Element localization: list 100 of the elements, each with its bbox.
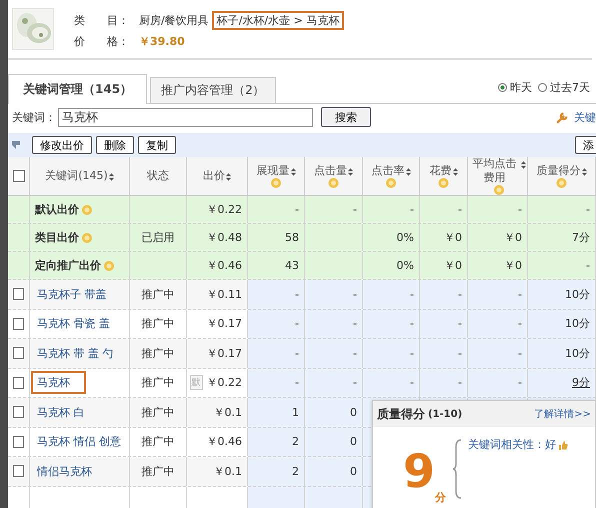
keyword-link[interactable]: 情侣马克杯 (31, 460, 98, 483)
tab[interactable]: 推广内容管理（2） (150, 77, 276, 103)
table-cell: - (295, 288, 299, 301)
bid-text[interactable]: ￥0.11 (206, 286, 242, 302)
bid-text[interactable]: ￥0.22 (206, 375, 242, 390)
bid-type-label: 定向推广出价 (35, 258, 101, 273)
category-text: 厨房/餐饮用具 (139, 12, 209, 28)
toolbar-button[interactable]: 删除 (96, 136, 134, 154)
table-cell: - (458, 346, 462, 360)
toolbar-button[interactable]: 复制 (138, 136, 176, 154)
row-checkbox[interactable] (13, 406, 24, 418)
table-cell: - (410, 317, 414, 330)
column-header: 出价 (203, 169, 225, 183)
toolbar-button[interactable]: 修改出价 (32, 136, 92, 154)
row-checkbox[interactable] (13, 376, 24, 389)
toolbar-button[interactable]: 添 (575, 136, 596, 154)
table-cell: - (458, 376, 462, 390)
bid-type-label: 类目出价 (35, 230, 79, 245)
column-header: 花费 (430, 164, 452, 178)
row-checkbox[interactable] (13, 318, 24, 330)
price-text: ￥39.80 (139, 34, 185, 48)
row-checkbox[interactable] (13, 288, 24, 300)
range-radio[interactable]: 昨天 (498, 80, 532, 95)
sort-icon[interactable] (582, 168, 586, 176)
table-cell: 0 (350, 464, 357, 478)
keyword-link[interactable]: 马克杯 情侣 创意 (31, 430, 127, 454)
tab[interactable]: 关键词管理（145） (8, 74, 148, 104)
table-cell: - (295, 376, 299, 390)
sort-icon[interactable] (226, 173, 231, 181)
search-label: 关键词： (12, 110, 56, 124)
table-cell: 10分 (565, 346, 590, 361)
bid-text[interactable]: ￥0.1 (214, 404, 242, 420)
status-text: 推广中 (142, 464, 174, 479)
status-text: 推广中 (142, 316, 174, 332)
table-cell: - (586, 259, 590, 272)
table-cell: - (353, 376, 357, 390)
column-header: 质量得分 (536, 164, 580, 178)
table-cell: 9分 (572, 375, 590, 390)
table-cell: - (518, 288, 522, 301)
status-text: 已启用 (142, 230, 174, 245)
brace-icon (452, 439, 462, 499)
table-cell: - (458, 203, 462, 216)
tool-link[interactable]: 关键 (574, 110, 596, 124)
price-label: 价 格： (74, 34, 130, 48)
table-cell: 1 (292, 406, 299, 419)
range-radio[interactable]: 过去7天 (538, 80, 590, 95)
keyword-link[interactable]: 马克杯 骨瓷 盖 (31, 312, 116, 336)
table-cell: - (353, 346, 357, 360)
table-cell: - (518, 203, 522, 216)
details-link[interactable]: 了解详情>> (534, 407, 591, 421)
keyword-link[interactable]: 马克杯 白 (31, 400, 90, 424)
search-field[interactable]: 马克杯 (58, 108, 313, 126)
bid-text[interactable]: ￥0.17 (206, 346, 242, 361)
table-cell: 43 (285, 259, 299, 272)
status-text: 推广中 (142, 286, 174, 302)
bid-text[interactable]: ￥0.17 (206, 316, 242, 332)
table-cell: 2 (292, 464, 299, 478)
bid-text[interactable]: ￥0.46 (206, 258, 242, 273)
table-cell: - (353, 203, 357, 216)
factor-text: 关键词相关性：好 (468, 437, 556, 452)
thumb-icon (558, 440, 568, 450)
row-checkbox[interactable] (13, 347, 24, 360)
sort-icon[interactable] (406, 168, 410, 176)
status-text: 推广中 (142, 434, 174, 450)
popup-range: (1-10) (428, 408, 462, 420)
table-cell: - (410, 376, 414, 390)
keyword-link[interactable]: 马克杯 带 盖 勺 (31, 342, 120, 365)
table-cell: - (295, 203, 299, 216)
table-cell: 7分 (572, 230, 590, 245)
bid-type-label: 默认出价 (35, 202, 79, 217)
category-label: 类 目： (74, 12, 130, 28)
search-button[interactable]: 搜索 (321, 107, 371, 127)
table-cell: - (586, 203, 590, 216)
select-all-checkbox[interactable] (12, 170, 24, 182)
bid-text[interactable]: ￥0.48 (206, 230, 242, 245)
table-cell: ￥0 (504, 230, 522, 245)
column-header: 状态 (147, 169, 169, 183)
status-text: 推广中 (142, 375, 174, 390)
table-cell: - (410, 203, 414, 216)
sort-icon[interactable] (348, 168, 353, 176)
sort-icon[interactable] (290, 168, 296, 176)
bid-text[interactable]: ￥0.46 (206, 434, 242, 450)
table-cell: - (295, 317, 299, 330)
keyword-link[interactable]: 马克杯 (31, 371, 86, 394)
column-header: 关键词(145) (45, 169, 108, 183)
sort-icon[interactable] (108, 173, 114, 181)
default-tag: 默 (190, 375, 202, 390)
table-cell: - (518, 376, 522, 390)
row-checkbox[interactable] (13, 436, 24, 448)
row-checkbox[interactable] (13, 465, 24, 478)
arrow-icon (10, 139, 22, 151)
keyword-link[interactable]: 马克杯子 带盖 (31, 282, 112, 306)
bid-text[interactable]: ￥0.22 (206, 202, 242, 217)
sort-icon[interactable] (452, 168, 458, 176)
wrench-icon[interactable] (556, 110, 569, 124)
table-cell: 0% (396, 259, 414, 272)
score-unit: 分 (435, 490, 446, 505)
table-cell: - (410, 346, 414, 360)
bid-text[interactable]: ￥0.1 (214, 464, 242, 479)
sort-icon[interactable] (520, 161, 526, 169)
